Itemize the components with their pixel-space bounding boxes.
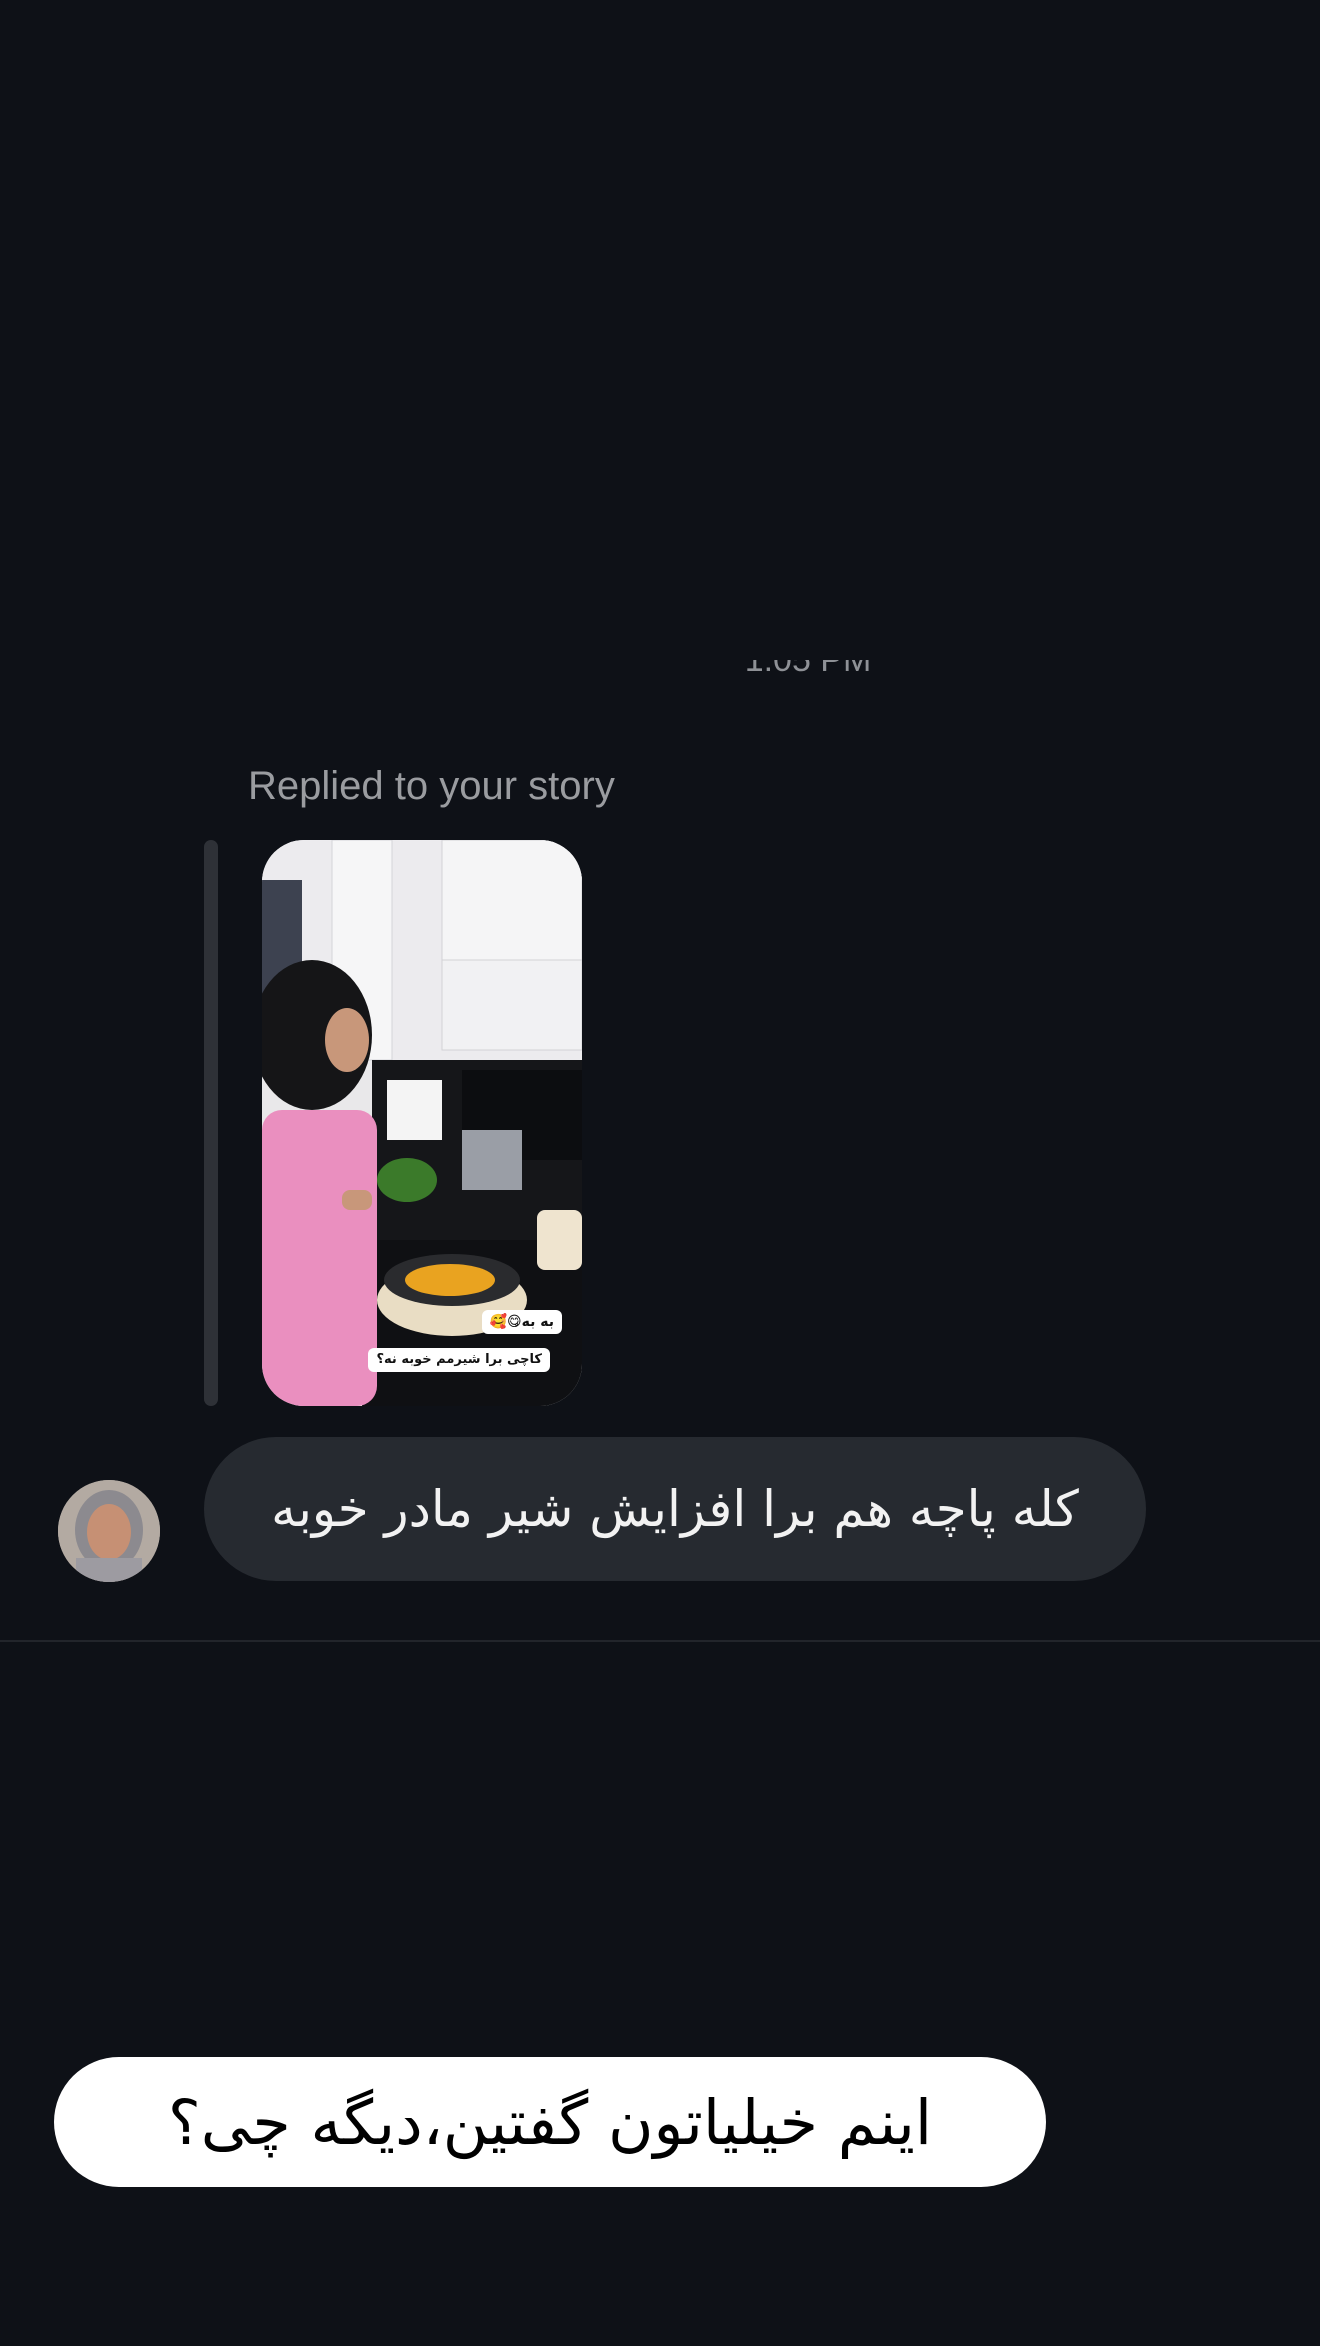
story-caption-bottom: کاچی برا شیرمم خوبه نه؟ xyxy=(368,1348,550,1372)
message-bubble[interactable]: کله پاچه هم برا افزایش شیر مادر خوبه xyxy=(204,1437,1146,1581)
story-caption-top: به به😋🥰 xyxy=(481,1310,562,1334)
divider xyxy=(0,1640,1320,1642)
overlay-caption: اینم خیلیاتون گفتین،دیگه چی؟ xyxy=(54,2057,1046,2187)
reply-indicator-bar xyxy=(204,840,218,1406)
message-timestamp: 1:05 PM xyxy=(744,660,872,679)
replied-to-story-label: Replied to your story xyxy=(248,764,615,808)
story-thumbnail[interactable]: به به😋🥰 کاچی برا شیرمم خوبه نه؟ xyxy=(262,840,582,1406)
sender-avatar[interactable] xyxy=(58,1480,160,1582)
overlay-caption-text: اینم خیلیاتون گفتین،دیگه چی؟ xyxy=(167,2085,933,2159)
message-text: کله پاچه هم برا افزایش شیر مادر خوبه xyxy=(271,1480,1079,1538)
avatar-icon xyxy=(58,1480,160,1582)
